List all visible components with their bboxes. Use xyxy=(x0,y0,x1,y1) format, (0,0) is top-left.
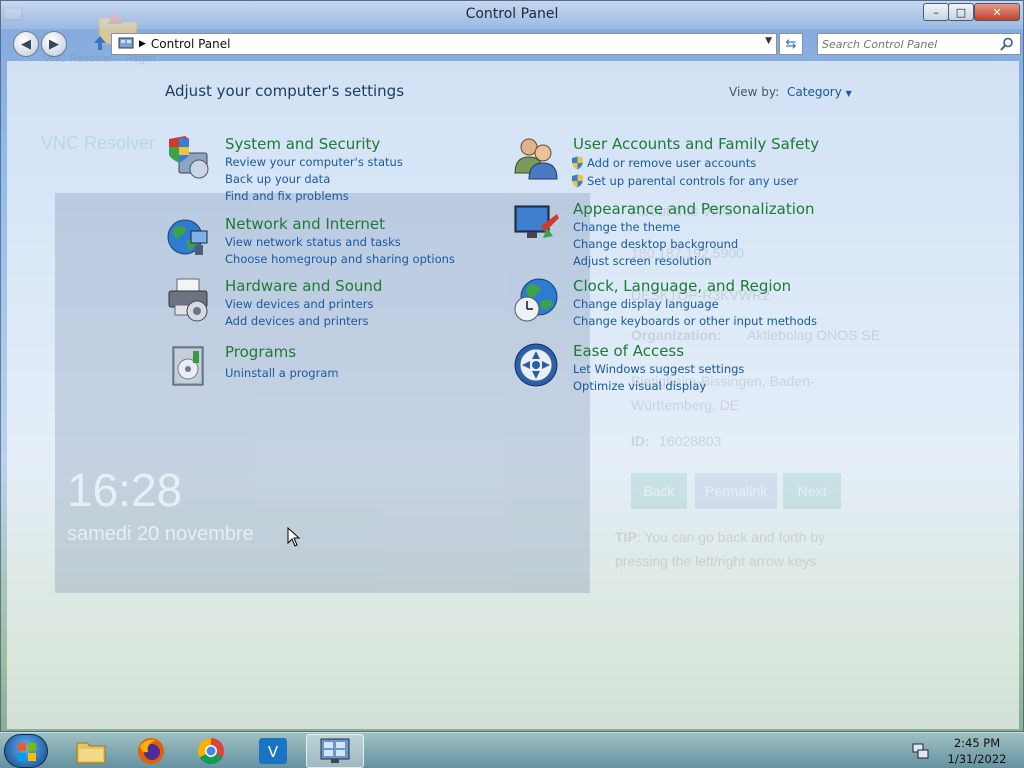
close-button[interactable]: ✕ xyxy=(974,3,1020,21)
minimize-button[interactable]: – xyxy=(923,3,949,21)
link-view-devices-printers[interactable]: View devices and printers xyxy=(225,296,373,313)
link-network-status[interactable]: View network status and tasks xyxy=(225,234,455,251)
ghost-back-button: Back xyxy=(631,473,687,509)
control-panel-small-icon xyxy=(118,37,134,49)
breadcrumb-separator-icon[interactable]: ▶ xyxy=(139,39,146,49)
category-title[interactable]: Programs xyxy=(225,343,296,361)
link-change-keyboards[interactable]: Change keyboards or other input methods xyxy=(573,313,817,330)
svg-text:V: V xyxy=(268,743,279,761)
programs-box-icon[interactable] xyxy=(165,343,211,389)
firefox-icon xyxy=(138,738,164,764)
page-title: Adjust your computer's settings xyxy=(165,82,405,100)
control-panel-icon xyxy=(320,738,350,763)
link-change-desktop-background[interactable]: Change desktop background xyxy=(573,236,738,253)
vnc-viewer-icon: V xyxy=(259,738,287,764)
globe-network-icon[interactable] xyxy=(165,215,211,261)
link-parental-controls[interactable]: Set up parental controls for any user xyxy=(571,172,798,190)
windows-logo-icon xyxy=(18,743,36,761)
category-title[interactable]: Hardware and Sound xyxy=(225,277,382,295)
ghost-next-button: Next xyxy=(783,473,841,509)
clock-time: 2:45 PM xyxy=(953,736,1001,750)
view-by-value: Category xyxy=(787,85,842,99)
control-panel-window: Control Panel – □ ✕ ◀ ▶ ▶ Control Panel … xyxy=(0,0,1024,732)
link-optimize-visual-display[interactable]: Optimize visual display xyxy=(573,378,744,395)
ghost-tip-label: TIP xyxy=(615,529,637,545)
maximize-button[interactable]: □ xyxy=(948,3,974,21)
refresh-button[interactable]: ⇆ xyxy=(779,33,803,55)
link-add-remove-accounts[interactable]: Add or remove user accounts xyxy=(571,154,798,172)
ghost-permalink-button: Permalink xyxy=(695,473,777,509)
link-homegroup-sharing[interactable]: Choose homegroup and sharing options xyxy=(225,251,455,268)
uac-shield-icon xyxy=(572,156,583,170)
taskbar-firefox[interactable] xyxy=(122,734,180,768)
navigation-bar: ◀ ▶ ▶ Control Panel ▼ ⇆ xyxy=(1,29,1023,59)
taskbar-chrome[interactable] xyxy=(182,734,240,768)
view-by-label: View by: xyxy=(729,85,780,99)
start-button[interactable] xyxy=(4,734,48,768)
ghost-tip: TIP: You can go back and forth by pressi… xyxy=(615,525,875,573)
window-title: Control Panel xyxy=(465,6,559,22)
network-tray-icon[interactable] xyxy=(912,743,930,759)
uac-shield-icon xyxy=(572,174,583,188)
category-title[interactable]: Appearance and Personalization xyxy=(573,200,815,218)
mouse-cursor-icon xyxy=(287,527,301,547)
up-arrow-icon[interactable] xyxy=(93,35,107,54)
category-title[interactable]: Network and Internet xyxy=(225,215,385,233)
file-explorer-icon xyxy=(76,742,106,764)
link-find-fix-problems[interactable]: Find and fix problems xyxy=(225,188,403,205)
globe-clock-icon[interactable] xyxy=(513,277,559,323)
taskbar-vnc-viewer[interactable]: V xyxy=(244,734,302,768)
printer-speaker-icon[interactable] xyxy=(165,277,211,323)
link-text: Add or remove user accounts xyxy=(587,156,757,170)
shield-computer-icon[interactable] xyxy=(165,135,211,181)
monitor-paint-icon[interactable] xyxy=(513,200,559,246)
search-box[interactable] xyxy=(817,33,1021,55)
link-change-display-language[interactable]: Change display language xyxy=(573,296,817,313)
search-icon[interactable] xyxy=(1000,37,1014,51)
ghost-id-value: 16028803 xyxy=(659,433,722,449)
arrow-left-icon: ◀ xyxy=(21,36,31,52)
taskbar-control-panel[interactable] xyxy=(306,734,364,768)
search-input[interactable] xyxy=(822,37,992,51)
arrow-right-icon: ▶ xyxy=(49,36,59,52)
system-clock[interactable]: 2:45 PM 1/31/2022 xyxy=(938,735,1016,767)
category-title[interactable]: User Accounts and Family Safety xyxy=(573,135,819,153)
link-text: Set up parental controls for any user xyxy=(587,174,799,188)
link-windows-suggest-settings[interactable]: Let Windows suggest settings xyxy=(573,361,744,378)
category-title[interactable]: System and Security xyxy=(225,135,380,153)
view-by-dropdown[interactable]: Category ▼ xyxy=(787,85,852,99)
address-bar[interactable]: ▶ Control Panel ▼ xyxy=(111,33,777,55)
taskbar-file-explorer[interactable] xyxy=(62,734,120,768)
ghost-id-label: ID: xyxy=(631,433,650,449)
link-back-up-data[interactable]: Back up your data xyxy=(225,171,403,188)
content-area: VNC Resolver – Regist VNC Resolver 16:28… xyxy=(7,53,1019,729)
link-review-status[interactable]: Review your computer's status xyxy=(225,154,403,171)
ghost-page-heading: VNC Resolver xyxy=(41,133,156,153)
link-uninstall-program[interactable]: Uninstall a program xyxy=(225,365,339,382)
title-bar[interactable]: Control Panel – □ ✕ xyxy=(1,1,1023,29)
category-title[interactable]: Ease of Access xyxy=(573,342,684,360)
ease-of-access-icon[interactable] xyxy=(513,342,559,388)
ghost-tip-text: : You can go back and forth by pressing … xyxy=(615,529,826,569)
link-adjust-resolution[interactable]: Adjust screen resolution xyxy=(573,253,738,270)
breadcrumb-control-panel[interactable]: Control Panel xyxy=(151,37,231,51)
refresh-icon: ⇆ xyxy=(785,36,797,52)
taskbar: V 2:45 PM 1/31/2022 xyxy=(0,732,1024,768)
dropdown-arrow-icon: ▼ xyxy=(845,89,852,98)
ghost-lock-time: 16:28 xyxy=(67,464,183,516)
forward-button[interactable]: ▶ xyxy=(41,31,67,57)
chrome-icon xyxy=(197,737,224,765)
address-dropdown-icon[interactable]: ▼ xyxy=(765,36,772,46)
clock-date: 1/31/2022 xyxy=(947,752,1007,766)
users-icon[interactable] xyxy=(513,135,559,181)
ghost-lock-date: samedi 20 novembre xyxy=(67,523,254,545)
link-add-devices-printers[interactable]: Add devices and printers xyxy=(225,313,373,330)
category-title[interactable]: Clock, Language, and Region xyxy=(573,277,791,295)
link-change-theme[interactable]: Change the theme xyxy=(573,219,738,236)
back-button[interactable]: ◀ xyxy=(13,31,39,57)
